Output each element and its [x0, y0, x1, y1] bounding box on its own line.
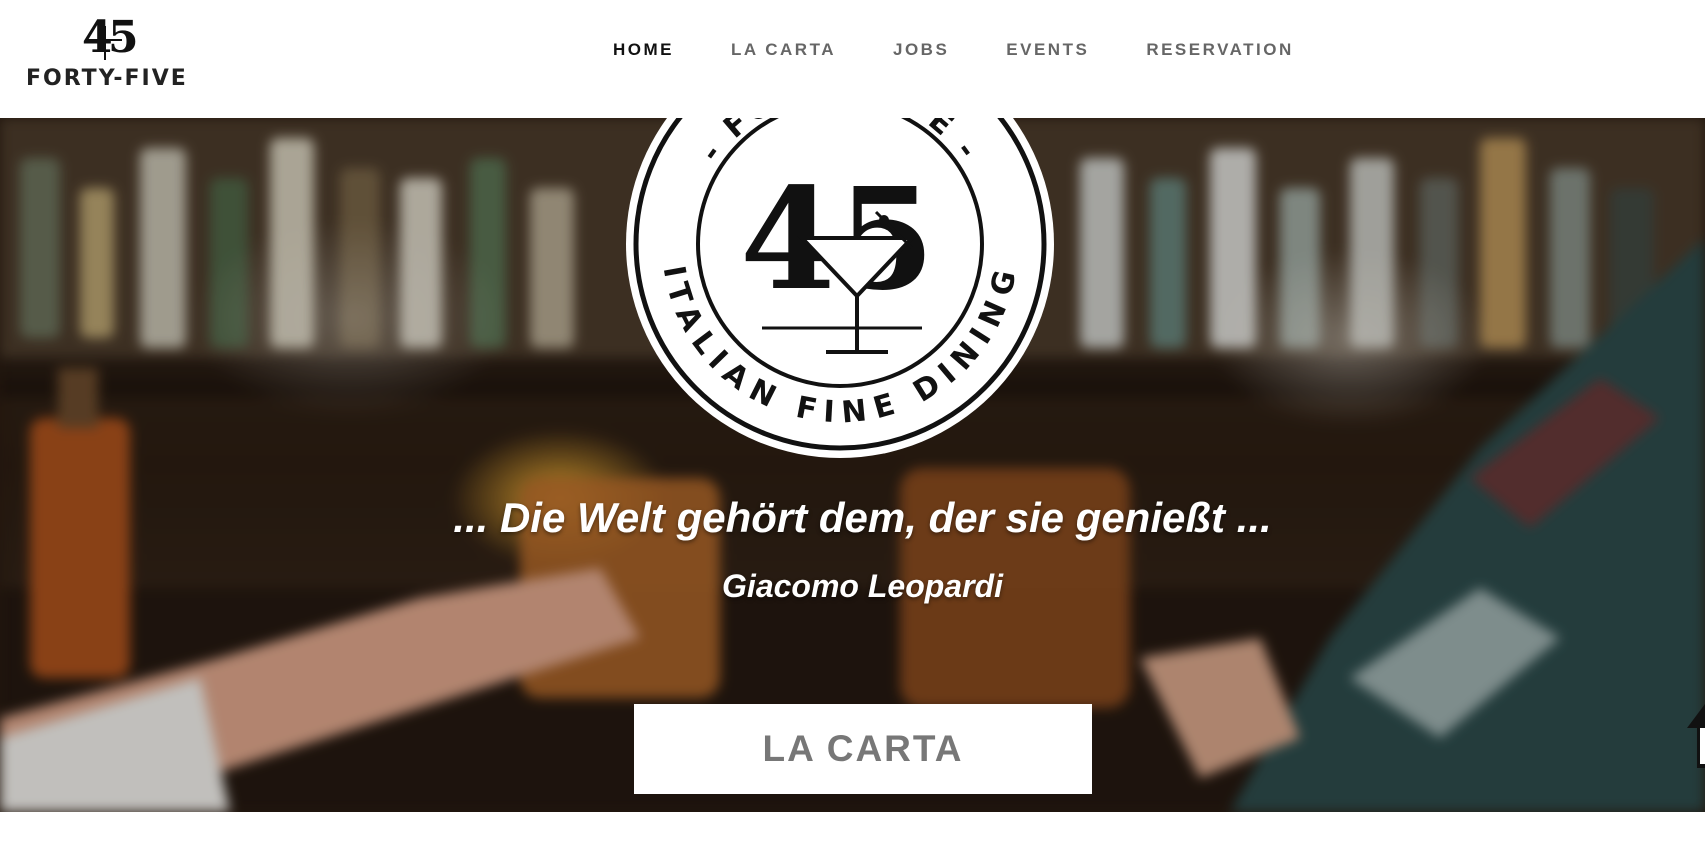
site-header: 4 5 FORTY-FIVE HOME LA CARTA JOBS EVENTS…: [0, 0, 1705, 118]
page-bottom-strip: [0, 812, 1705, 848]
nav-la-carta[interactable]: LA CARTA: [731, 40, 836, 60]
brand-logo[interactable]: 4 5 FORTY-FIVE: [26, 12, 206, 92]
svg-text:5: 5: [108, 12, 139, 60]
emblem-logo: - FORTY-FIVE - ITALIAN FINE DINING 45: [626, 118, 1054, 458]
main-nav: HOME LA CARTA JOBS EVENTS RESERVATION: [613, 40, 1351, 60]
nav-jobs[interactable]: JOBS: [893, 40, 949, 60]
quote-author: Giacomo Leopardi: [722, 568, 1003, 604]
brand-name: FORTY-FIVE: [26, 66, 188, 91]
logo-45-icon: 4 5: [82, 12, 139, 60]
nav-events[interactable]: EVENTS: [1006, 40, 1089, 60]
nav-reservation[interactable]: RESERVATION: [1146, 40, 1293, 60]
page: 4 5 FORTY-FIVE HOME LA CARTA JOBS EVENTS…: [0, 0, 1705, 848]
nav-home[interactable]: HOME: [613, 40, 674, 60]
hero-quote: ... Die Welt gehört dem, der sie genießt…: [453, 494, 1272, 541]
arrow-up-icon[interactable]: [1681, 704, 1705, 768]
hero-section: - FORTY-FIVE - ITALIAN FINE DINING 45 ..…: [0, 118, 1705, 812]
la-carta-button[interactable]: LA CARTA: [634, 704, 1092, 794]
